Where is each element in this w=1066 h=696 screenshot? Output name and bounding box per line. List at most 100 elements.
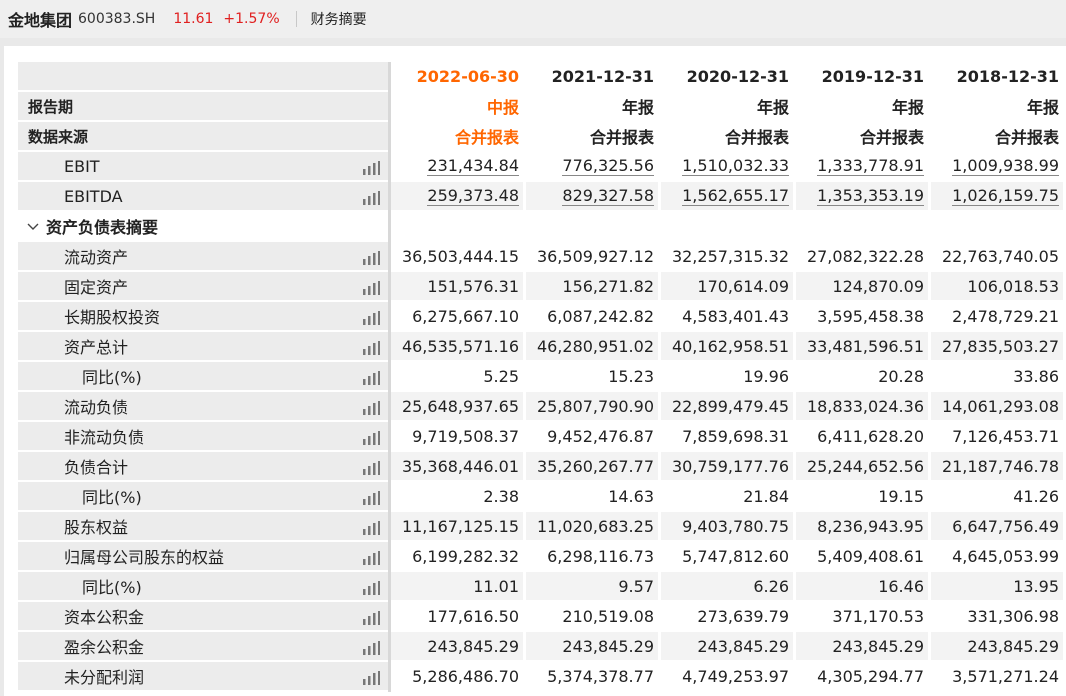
divider [295,11,297,27]
cell-value: 243,845.29 [967,636,1059,656]
cell-value: 35,368,446.01 [401,456,519,476]
cell-value: 46,280,951.02 [536,336,654,356]
table-cell: 14.63 [526,482,658,511]
column-header-text: 合并报表 [589,128,654,147]
cell-value: 3,571,271.24 [952,666,1059,686]
cell-value: 41.26 [1013,486,1059,506]
table-cell: 151,576.31 [391,272,523,301]
column-header-source[interactable]: 合并报表 [391,122,523,151]
bar-chart-icon[interactable] [362,670,380,685]
column-header-date[interactable]: 2021-12-31 [526,62,658,91]
bar-chart-icon[interactable] [362,610,380,625]
row-label: 负债合计 [18,452,388,481]
table-cell: 13.95 [931,572,1063,601]
table-cell: 243,845.29 [931,632,1063,661]
table-cell: 4,305,294.77 [796,662,928,691]
row-label-text: 资本公积金 [64,608,145,627]
cell-value: 25,648,937.65 [401,396,519,416]
column-header-date[interactable]: 2022-06-30 [391,62,523,91]
table-cell: 8,236,943.95 [796,512,928,541]
cell-value: 151,576.31 [427,276,519,296]
section-title: 资产负债表摘要 [46,218,159,237]
cell-value: 11,020,683.25 [536,516,654,536]
cell-value: 243,845.29 [697,636,789,656]
table-row: 同比(%) 2.38 14.63 21.84 19.15 41.26 [18,482,1066,512]
cell-value: 2,478,729.21 [952,306,1059,326]
bar-chart-icon[interactable] [362,580,380,595]
row-label: 同比(%) [18,482,388,511]
cell-value: 6,411,628.20 [817,426,924,446]
cell-value: 210,519.08 [562,606,654,626]
table-row: EBIT 231,434.84 776,325.56 1,510,032.33 1,33… [18,152,1066,182]
column-header-type[interactable]: 中报 [391,92,523,121]
column-header-date[interactable]: 2020-12-31 [661,62,793,91]
financial-summary-panel: 2022-06-30 2021-12-31 2020-12-31 2019-12-31… [4,46,1066,696]
column-header-source[interactable]: 合并报表 [661,122,793,151]
bar-chart-icon[interactable] [362,400,380,415]
bar-chart-icon[interactable] [362,460,380,475]
column-header-text: 合并报表 [994,128,1059,147]
column-header-source[interactable]: 合并报表 [796,122,928,151]
cell-value: 20.28 [878,366,924,386]
column-header-date[interactable]: 2018-12-31 [931,62,1063,91]
bar-chart-icon[interactable] [362,370,380,385]
cell-value: 16.46 [878,576,924,596]
table-row: 同比(%) 5.25 15.23 19.96 20.28 33.86 [18,362,1066,392]
header-row-type: 报告期 中报 年报 年报 年报 年报 [18,92,1066,122]
table-cell: 1,026,159.75 [931,182,1063,211]
table-cell [526,212,658,241]
bar-chart-icon[interactable] [362,640,380,655]
bar-chart-icon[interactable] [362,250,380,265]
table-cell: 27,835,503.27 [931,332,1063,361]
table-cell: 4,645,053.99 [931,542,1063,571]
section-balance-sheet[interactable]: 资产负债表摘要 [18,212,1066,242]
header-row-source: 数据来源 合并报表 合并报表 合并报表 合并报表 合并报表 [18,122,1066,152]
row-label-text: 非流动负债 [64,428,145,447]
table-row: EBITDA 259,373.48 829,327.58 1,562,655.17 1,… [18,182,1066,212]
table-cell: 41.26 [931,482,1063,511]
table-cell: 18,833,024.36 [796,392,928,421]
stock-code: 600383.SH [78,11,156,27]
cell-value: 27,082,322.28 [806,246,924,266]
row-label-text: 未分配利润 [64,668,145,687]
bar-chart-icon[interactable] [362,430,380,445]
header-row-date: 2022-06-30 2021-12-31 2020-12-31 2019-12-31… [18,62,1066,92]
header-label-text: 报告期 [28,97,74,116]
table-cell: 776,325.56 [526,152,658,181]
bar-chart-icon[interactable] [362,550,380,565]
table-cell: 11,020,683.25 [526,512,658,541]
table-cell: 32,257,315.32 [661,242,793,271]
column-header-type[interactable]: 年报 [526,92,658,121]
cell-value: 3,595,458.38 [817,306,924,326]
bar-chart-icon[interactable] [362,520,380,535]
table-cell [391,212,523,241]
chevron-down-icon[interactable] [26,217,40,236]
tab-financial-summary[interactable]: 财务摘要 [311,9,367,29]
bar-chart-icon[interactable] [362,310,380,325]
cell-value: 9,719,508.37 [412,426,519,446]
column-header-type[interactable]: 年报 [661,92,793,121]
cell-value: 177,616.50 [427,606,519,626]
bar-chart-icon[interactable] [362,160,380,175]
bar-chart-icon[interactable] [362,490,380,505]
bar-chart-icon[interactable] [362,190,380,205]
column-header-source[interactable]: 合并报表 [526,122,658,151]
bar-chart-icon[interactable] [362,340,380,355]
table-cell [931,212,1063,241]
cell-value: 5,409,408.61 [817,546,924,566]
bar-chart-icon[interactable] [362,280,380,295]
table-row: 同比(%) 11.01 9.57 6.26 16.46 13.95 [18,572,1066,602]
column-header-type[interactable]: 年报 [796,92,928,121]
table-cell: 5.25 [391,362,523,391]
table-cell: 3,571,271.24 [931,662,1063,691]
table-cell: 9,452,476.87 [526,422,658,451]
column-header-type[interactable]: 年报 [931,92,1063,121]
cell-value: 124,870.09 [832,276,924,296]
column-header-source[interactable]: 合并报表 [931,122,1063,151]
table-cell: 22,763,740.05 [931,242,1063,271]
cell-value: 36,509,927.12 [536,246,654,266]
cell-value: 259,373.48 [427,186,519,206]
column-header-date[interactable]: 2019-12-31 [796,62,928,91]
cell-value: 19.96 [743,366,789,386]
cell-value: 11,167,125.15 [401,516,519,536]
